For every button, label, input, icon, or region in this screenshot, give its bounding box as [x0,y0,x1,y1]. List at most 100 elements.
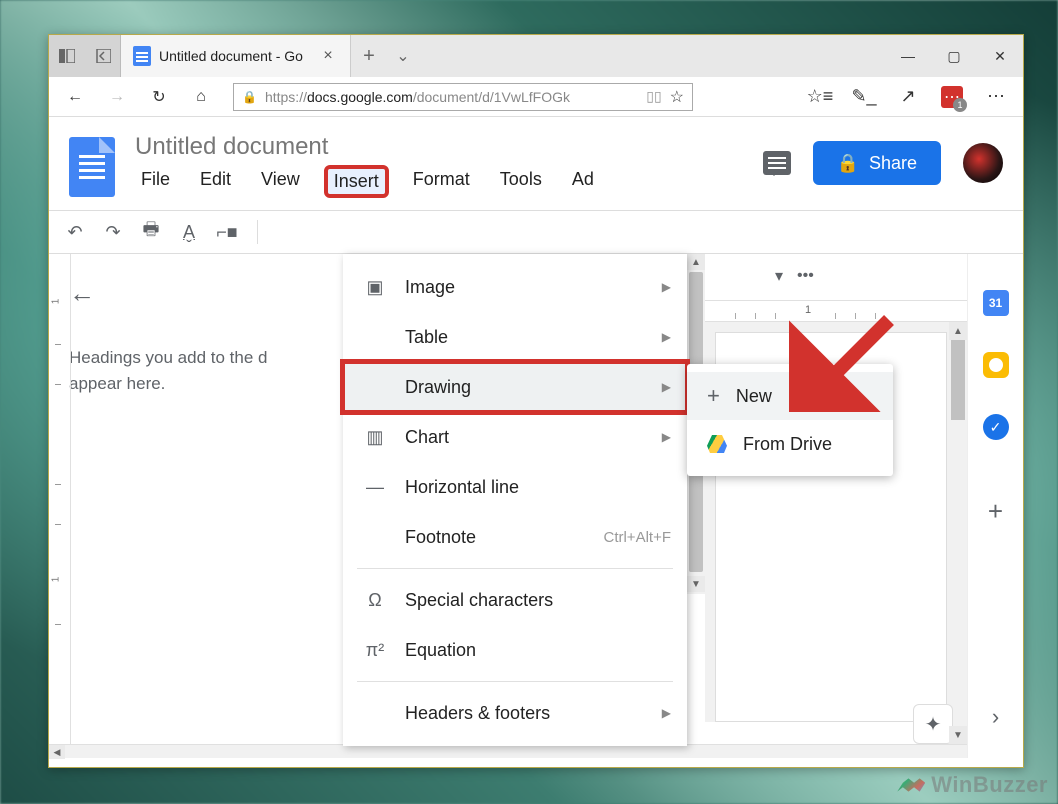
shortcut-label: Ctrl+Alt+F [603,529,671,546]
document-outline: ← Headings you add to the d appear here. [49,254,339,758]
vertical-scrollbar[interactable]: ▲ [949,322,967,742]
horizontal-scrollbar[interactable]: ◀ [49,744,967,758]
scroll-thumb[interactable] [951,340,965,420]
submenu-arrow-icon: ▶ [662,706,671,720]
minimize-button[interactable]: — [885,35,931,77]
insert-special-characters[interactable]: Ω Special characters [343,575,687,625]
vertical-ruler: 1 1 [49,254,71,758]
explore-button[interactable]: ✦ [913,704,953,744]
watermark-text: WinBuzzer [931,772,1048,798]
ruler-mark: 1 [50,299,61,305]
set-tabs-aside-button[interactable] [85,35,121,77]
equation-icon: π² [363,640,387,661]
paint-format-button[interactable]: ⌐■ [215,222,239,243]
menu-file[interactable]: File [135,165,176,198]
notes-button[interactable]: ✎_ [845,86,883,107]
scroll-up-icon[interactable]: ▲ [687,254,705,270]
menu-view[interactable]: View [255,165,306,198]
hide-sidepanel-button[interactable]: › [992,704,999,730]
ruler-tick [55,344,61,345]
keep-addon-icon[interactable] [983,352,1009,378]
maximize-button[interactable]: ▢ [931,35,977,77]
menu-format[interactable]: Format [407,165,476,198]
ruler-tick [55,624,61,625]
lock-icon: 🔒 [837,153,859,174]
watermark-icon [897,774,925,796]
refresh-button[interactable]: ↻ [141,81,177,113]
print-button[interactable]: 🖶 [139,217,163,247]
drive-icon [707,435,727,453]
favorites-button[interactable]: ☆≡ [801,86,839,107]
submenu-label: New [736,386,772,407]
reading-view-icon[interactable]: ▯▯ [646,88,661,105]
scroll-down-button[interactable]: ▼ [949,726,967,744]
hline-icon: — [363,477,387,498]
favorite-star-icon[interactable]: ☆ [670,87,684,107]
outline-back-button[interactable]: ← [69,278,319,309]
tabs-dropdown-button[interactable]: ⌄ [387,35,419,77]
image-icon: ▣ [363,277,387,298]
spellcheck-button[interactable]: A̬ [177,222,201,243]
home-button[interactable]: ⌂ [183,81,219,113]
url-host: docs.google.com [307,89,413,105]
insert-drawing[interactable]: Drawing ▶ [343,362,687,412]
tab-close-button[interactable]: × [318,47,338,65]
menu-divider [357,568,673,569]
insert-equation[interactable]: π² Equation [343,625,687,675]
browser-titlebar: Untitled document - Go × + ⌄ — ▢ ✕ [49,35,1023,77]
docs-favicon-icon [133,46,151,66]
toolbar-dropdown-icon[interactable]: ▾ [775,266,783,286]
submenu-arrow-icon: ▶ [662,430,671,444]
submenu-label: From Drive [743,434,832,455]
drawing-from-drive[interactable]: From Drive [687,420,893,468]
more-button[interactable]: ⋯ [977,86,1015,107]
close-window-button[interactable]: ✕ [977,35,1023,77]
insert-headers-footers[interactable]: Headers & footers ▶ [343,688,687,738]
url-input[interactable]: 🔒 https://docs.google.com/document/d/1Vw… [233,83,693,111]
menu-label: Equation [405,640,476,661]
menu-tools[interactable]: Tools [494,165,548,198]
chart-icon: ▥ [363,427,387,448]
redo-button[interactable]: ↷ [101,222,125,243]
scroll-up-icon[interactable]: ▲ [949,322,967,340]
insert-table[interactable]: Table ▶ [343,312,687,362]
address-bar: ← → ↻ ⌂ 🔒 https://docs.google.com/docume… [49,77,1023,117]
nav-back-button[interactable]: ← [57,81,93,113]
insert-chart[interactable]: ▥ Chart ▶ [343,412,687,462]
menu-insert[interactable]: Insert [324,165,389,198]
extension-badge-icon: ⋯1 [941,86,963,108]
insert-footnote[interactable]: Footnote Ctrl+Alt+F [343,512,687,562]
toolbar-overflow: ▾ ••• [705,254,967,298]
undo-button[interactable]: ↶ [63,222,87,243]
insert-image[interactable]: ▣ Image ▶ [343,262,687,312]
share-label: Share [869,153,917,174]
menu-label: Drawing [405,377,471,398]
toolbar-separator [257,220,258,244]
docs-header: Untitled document File Edit View Insert … [49,117,1023,198]
tab-actions-button[interactable] [49,35,85,77]
calendar-addon-icon[interactable]: 31 [983,290,1009,316]
menu-label: Headers & footers [405,703,550,724]
extension-button[interactable]: ⋯1 [933,86,971,108]
share-page-button[interactable]: ↗ [889,86,927,107]
browser-tab[interactable]: Untitled document - Go × [121,35,351,77]
tab-title: Untitled document - Go [159,48,310,64]
scroll-left-icon[interactable]: ◀ [49,745,65,759]
new-tab-button[interactable]: + [351,35,387,77]
browser-window: Untitled document - Go × + ⌄ — ▢ ✕ ← → ↻… [48,34,1024,768]
insert-horizontal-line[interactable]: — Horizontal line [343,462,687,512]
get-addons-button[interactable]: + [988,496,1003,527]
share-button[interactable]: 🔒 Share [813,141,941,185]
toolbar-more-icon[interactable]: ••• [797,267,814,285]
account-avatar[interactable] [963,143,1003,183]
ruler-mark: 1 [50,577,61,583]
comments-icon[interactable] [763,151,791,175]
docs-logo-icon[interactable] [69,137,115,197]
menu-addons[interactable]: Ad [566,165,600,198]
nav-forward-button[interactable]: → [99,81,135,113]
window-controls: — ▢ ✕ [885,35,1023,77]
tasks-addon-icon[interactable]: ✓ [983,414,1009,440]
menu-edit[interactable]: Edit [194,165,237,198]
scroll-down-icon[interactable]: ▼ [687,576,705,592]
document-title[interactable]: Untitled document [135,133,743,161]
